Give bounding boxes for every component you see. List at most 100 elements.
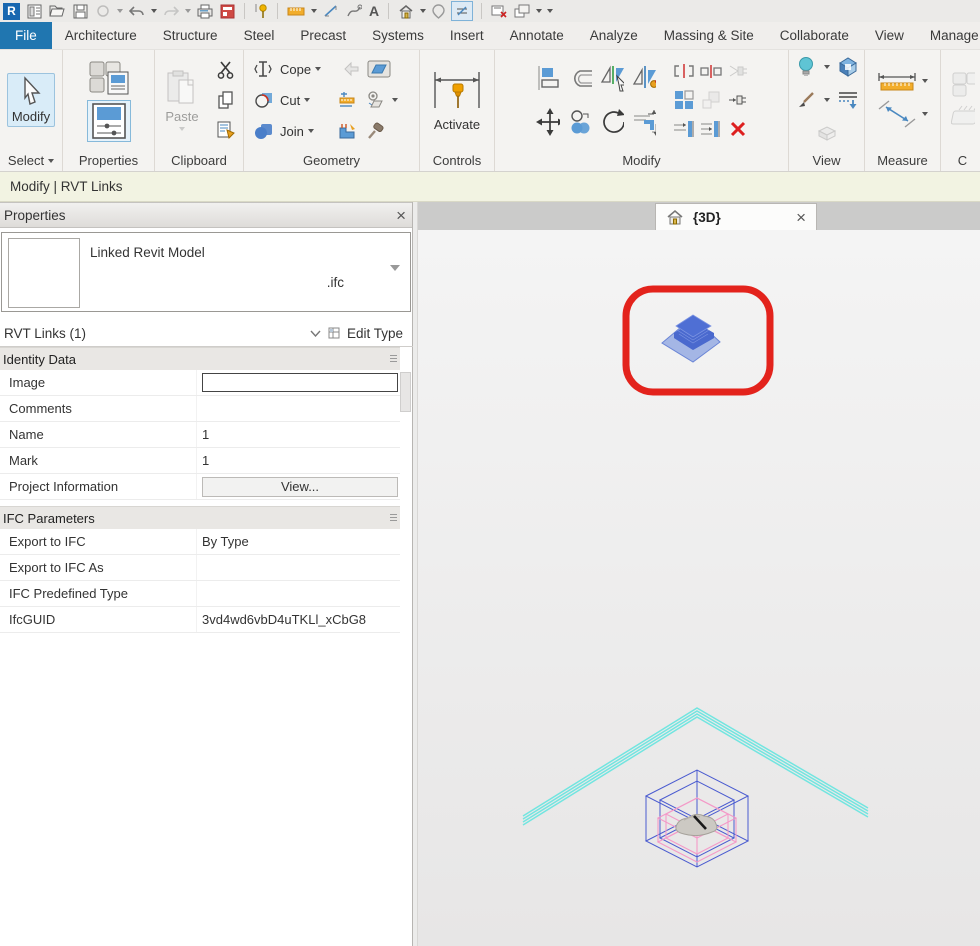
measure-between-refs-icon[interactable]	[877, 71, 917, 91]
mirror-pick-axis-icon[interactable]	[600, 65, 624, 92]
edit-type-button[interactable]: Edit Type	[347, 326, 403, 341]
redo-dropdown-icon[interactable]	[185, 9, 191, 13]
panel-create-label[interactable]: C	[941, 150, 980, 171]
close-hidden-windows-icon[interactable]	[490, 2, 508, 20]
filter-chevron-icon[interactable]	[310, 330, 321, 337]
trim-extend-multiple-icon[interactable]	[699, 117, 723, 141]
revit-logo-icon[interactable]: R	[2, 2, 21, 20]
sync-dropdown-icon[interactable]	[117, 9, 123, 13]
paste-button[interactable]: Paste	[160, 67, 203, 134]
panel-modify-label[interactable]: Modify	[495, 150, 788, 171]
comments-value[interactable]	[196, 396, 400, 421]
section-grip-icon[interactable]	[390, 514, 397, 521]
create-group-icon[interactable]	[951, 72, 975, 97]
ifc-predefined-type-value[interactable]	[196, 581, 400, 606]
3d-view-dropdown-icon[interactable]	[420, 9, 427, 13]
delete-icon[interactable]	[726, 117, 750, 141]
tab-structure[interactable]: Structure	[150, 22, 231, 49]
cope-icon[interactable]	[252, 57, 276, 81]
cylinder-void-icon[interactable]	[364, 88, 388, 112]
trim-extend-single-icon[interactable]	[672, 117, 696, 141]
modify-pin-icon[interactable]	[253, 2, 269, 20]
copy-to-clipboard-icon[interactable]	[214, 88, 238, 112]
panel-properties-label[interactable]: Properties	[63, 150, 154, 171]
split-with-gap-icon[interactable]	[699, 59, 723, 83]
temporary-hide-lightbulb-icon[interactable]	[794, 55, 818, 79]
unpin-icon[interactable]	[726, 88, 750, 112]
join-dropdown-icon[interactable]	[307, 129, 314, 133]
save-icon[interactable]	[72, 2, 89, 20]
tab-insert[interactable]: Insert	[437, 22, 497, 49]
tab-annotate[interactable]: Annotate	[497, 22, 577, 49]
copy-icon[interactable]	[568, 110, 592, 134]
properties-scrollbar-thumb[interactable]	[400, 372, 411, 412]
view-tab-close-icon[interactable]: ×	[796, 209, 806, 226]
pin-icon[interactable]	[726, 59, 750, 83]
measure-dropdown-icon[interactable]	[922, 79, 928, 83]
panel-geometry-label[interactable]: Geometry	[244, 150, 419, 171]
measure-along-element-icon[interactable]	[877, 99, 917, 129]
mirror-draw-axis-icon[interactable]	[632, 66, 656, 90]
trim-extend-corner-icon[interactable]	[632, 110, 656, 136]
mark-value[interactable]: 1	[196, 448, 400, 473]
create-assembly-icon[interactable]	[950, 104, 975, 128]
type-selector[interactable]: Linked Revit Model .ifc	[1, 232, 411, 312]
rotate-icon[interactable]	[600, 109, 624, 134]
beam-backs-icon[interactable]	[336, 88, 360, 112]
tab-manage[interactable]: Manage	[917, 22, 980, 49]
filter-label[interactable]: RVT Links (1)	[4, 326, 86, 341]
panel-measure-label[interactable]: Measure	[865, 150, 940, 171]
tab-steel[interactable]: Steel	[231, 22, 288, 49]
section-ifc-parameters[interactable]: IFC Parameters	[0, 506, 400, 529]
displace-elements-icon[interactable]	[815, 121, 839, 145]
panel-controls-label[interactable]: Controls	[420, 150, 494, 171]
aligned-dimension-icon[interactable]	[322, 2, 340, 20]
tab-systems[interactable]: Systems	[359, 22, 437, 49]
cut-to-clipboard-icon[interactable]	[214, 58, 238, 82]
activate-button[interactable]: Activate	[426, 65, 488, 135]
close-inactive-views-icon[interactable]	[219, 2, 236, 20]
measure2-dropdown-icon[interactable]	[922, 112, 928, 116]
tab-precast[interactable]: Precast	[287, 22, 359, 49]
type-selector-dropdown-icon[interactable]	[390, 265, 400, 271]
align-icon[interactable]	[536, 66, 560, 90]
open-folder-icon[interactable]	[48, 2, 67, 20]
customize-qat-icon[interactable]	[547, 9, 554, 13]
cut-geometry-icon[interactable]	[252, 88, 276, 112]
undo-dropdown-icon[interactable]	[151, 9, 157, 13]
split-element-icon[interactable]	[672, 59, 696, 83]
text-icon[interactable]: A	[368, 2, 380, 20]
cut-profile-icon[interactable]	[339, 57, 363, 81]
export-to-ifc-value[interactable]: By Type	[196, 529, 400, 554]
cut-label[interactable]: Cut	[280, 93, 300, 108]
spline-icon[interactable]	[345, 2, 363, 20]
redo-icon[interactable]	[162, 2, 180, 20]
name-value[interactable]: 1	[196, 422, 400, 447]
section-identity-data[interactable]: Identity Data	[0, 347, 400, 370]
scale-icon[interactable]	[699, 88, 723, 112]
default-3d-view-icon[interactable]	[397, 2, 415, 20]
demolish-hammer-icon[interactable]	[364, 119, 388, 143]
panel-view-label[interactable]: View	[789, 150, 864, 171]
move-icon[interactable]	[536, 108, 560, 136]
cope-dropdown-icon[interactable]	[315, 67, 322, 71]
panel-clipboard-label[interactable]: Clipboard	[155, 150, 243, 171]
drawing-canvas[interactable]	[418, 230, 980, 946]
properties-header[interactable]: Properties ×	[0, 202, 412, 228]
measure-ruler-icon[interactable]	[286, 2, 306, 20]
tab-view[interactable]: View	[862, 22, 917, 49]
properties-palette-icon[interactable]	[86, 100, 131, 142]
ifcguid-value[interactable]: 3vd4wd6vbD4uTKLl_xCbG8	[196, 607, 400, 632]
linework-brush-icon[interactable]	[794, 88, 818, 112]
switch-windows-dropdown-icon[interactable]	[536, 9, 543, 13]
close-icon[interactable]: ×	[396, 207, 406, 224]
join-label[interactable]: Join	[280, 124, 304, 139]
document-icon[interactable]	[26, 2, 43, 20]
void-dropdown-icon[interactable]	[392, 98, 399, 102]
section-icon[interactable]	[431, 2, 446, 20]
match-type-properties-icon[interactable]	[214, 118, 238, 142]
image-value-input[interactable]	[202, 373, 398, 392]
offset-icon[interactable]	[568, 66, 592, 90]
modify-button[interactable]: Modify	[6, 73, 56, 127]
measure-dropdown-icon[interactable]	[311, 9, 317, 13]
